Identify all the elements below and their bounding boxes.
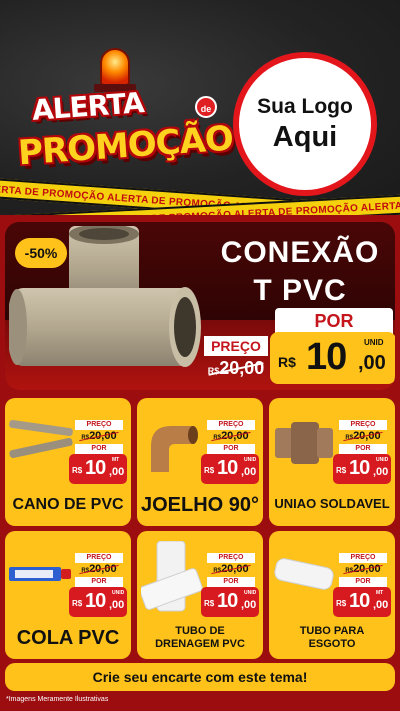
unit: UNID: [244, 590, 257, 596]
product-name: TUBO PARA ESGOTO: [269, 625, 395, 651]
hero-price-int: 10: [306, 336, 347, 378]
pipe-image-icon: [9, 419, 73, 459]
product-card-esgoto[interactable]: PREÇO R$20,00 POR R$10 MT ,00 TUBO PARA ES…: [269, 531, 395, 659]
header-area: ALERTA de PROMOÇÃO Sua Logo Aqui ALERTA …: [0, 0, 400, 215]
old-price: R$20,00: [75, 563, 123, 575]
product-name: TUBO DE DRENAGEM PVC: [137, 625, 263, 651]
preco-label: PREÇO: [339, 553, 387, 563]
currency: R$: [72, 599, 83, 608]
union-fitting-icon: [275, 422, 333, 464]
price-tag: R$ 10 MT ,00: [69, 454, 127, 484]
hero-price-dec: ,00: [358, 352, 386, 374]
por-label: POR: [339, 577, 387, 587]
preco-label: PREÇO: [207, 420, 255, 430]
product-name-line2: ESGOTO: [308, 638, 356, 650]
price-tag: R$ 10 MT ,00: [333, 587, 391, 617]
old-price: R$20,00: [75, 430, 123, 442]
old-price: R$20,00: [207, 563, 255, 575]
unit: MT: [376, 590, 384, 596]
unit: UNID: [376, 457, 389, 463]
product-name: JOELHO 90°: [140, 494, 260, 516]
siren-icon: [100, 48, 130, 86]
drain-tee-icon: [141, 541, 203, 612]
hero-price-box: R$ 10 UNID ,00: [270, 332, 395, 384]
currency: R$: [72, 466, 83, 475]
sewer-pipe-icon: [274, 558, 334, 590]
price-tag: R$ 10 UNID ,00: [201, 454, 259, 484]
product-card-drenagem[interactable]: PREÇO R$20,00 POR R$10 UNID ,00 TUBO DE DR…: [137, 531, 263, 659]
old-price: R$20,00: [339, 563, 387, 575]
hero-preco-label: PREÇO: [204, 336, 268, 356]
price-dec: ,00: [241, 466, 257, 478]
price-dec: ,00: [373, 599, 389, 611]
product-name-line1: TUBO PARA: [299, 625, 365, 637]
product-card-uniao[interactable]: PREÇO R$20,00 POR R$10 UNID ,00 UNIAO SOLD…: [269, 398, 395, 526]
logo-placeholder: Sua Logo Aqui: [233, 52, 377, 196]
discount-badge: -50%: [15, 238, 67, 268]
price-int: 10: [217, 590, 238, 612]
por-label: POR: [75, 444, 123, 454]
hero-old-price: R$20,00: [204, 358, 268, 379]
price-tag: R$ 10 UNID ,00: [69, 587, 127, 617]
price-dec: ,00: [241, 599, 257, 611]
product-name: UNIAO SOLDAVEL: [274, 496, 390, 511]
preco-label: PREÇO: [75, 420, 123, 430]
product-card-cano[interactable]: PREÇO R$20,00 POR R$10 MT ,00 CANO DE PVC: [5, 398, 131, 526]
price-int: 10: [85, 457, 106, 479]
alerta-promocao-badge: ALERTA de PROMOÇÃO: [12, 40, 234, 190]
promocao-text: PROMOÇÃO: [16, 118, 235, 174]
preco-label: PREÇO: [75, 553, 123, 563]
logo-line2: Aqui: [272, 120, 338, 153]
preco-label: PREÇO: [339, 420, 387, 430]
hero-title: CONEXÃO T PVC: [205, 234, 395, 310]
product-name-line2: DRENAGEM PVC: [155, 638, 245, 650]
currency: R$: [204, 466, 215, 475]
price-int: 10: [217, 457, 238, 479]
hero-title-line1: CONEXÃO: [220, 236, 380, 269]
preco-label: PREÇO: [207, 553, 255, 563]
de-badge: de: [195, 96, 217, 118]
currency: R$: [336, 466, 347, 475]
por-label: POR: [207, 577, 255, 587]
currency: R$: [204, 599, 215, 608]
por-label: POR: [339, 444, 387, 454]
price-int: 10: [349, 457, 370, 479]
price-tag: R$ 10 UNID ,00: [333, 454, 391, 484]
hero-title-line2: T PVC: [253, 274, 347, 307]
hero-currency: R$: [278, 354, 296, 370]
price-dec: ,00: [373, 466, 389, 478]
por-label: POR: [207, 444, 255, 454]
unit: UNID: [112, 590, 125, 596]
elbow-fitting-icon: [151, 426, 198, 472]
unit: MT: [112, 457, 120, 463]
unit: UNID: [244, 457, 257, 463]
currency: R$: [336, 599, 347, 608]
logo-line1: Sua Logo: [257, 94, 353, 118]
hero-por-label: POR: [275, 308, 393, 334]
price-dec: ,00: [109, 599, 125, 611]
hero-offer: -50% CONEXÃO T PVC PREÇO R$20,00 POR R$ …: [5, 222, 395, 390]
old-price: R$20,00: [207, 430, 255, 442]
disclaimer: *Imagens Meramente Ilustrativas: [6, 696, 109, 703]
product-name-line1: TUBO DE: [175, 625, 225, 637]
cta-bar[interactable]: Crie seu encarte com este tema!: [5, 663, 395, 691]
product-name: COLA PVC: [16, 627, 120, 649]
por-label: POR: [75, 577, 123, 587]
price-int: 10: [85, 590, 106, 612]
old-price: R$20,00: [339, 430, 387, 442]
hero-unit: UNID: [364, 338, 384, 347]
price-int: 10: [349, 590, 370, 612]
product-name: CANO DE PVC: [12, 496, 124, 513]
alerta-text: ALERTA: [30, 86, 145, 127]
price-dec: ,00: [109, 466, 125, 478]
price-tag: R$ 10 UNID ,00: [201, 587, 259, 617]
product-card-cola[interactable]: PREÇO R$20,00 POR R$10 UNID ,00 COLA PVC: [5, 531, 131, 659]
product-card-joelho[interactable]: PREÇO R$20,00 POR R$10 UNID ,00 JOELHO 90°: [137, 398, 263, 526]
glue-tube-icon: [9, 567, 71, 581]
